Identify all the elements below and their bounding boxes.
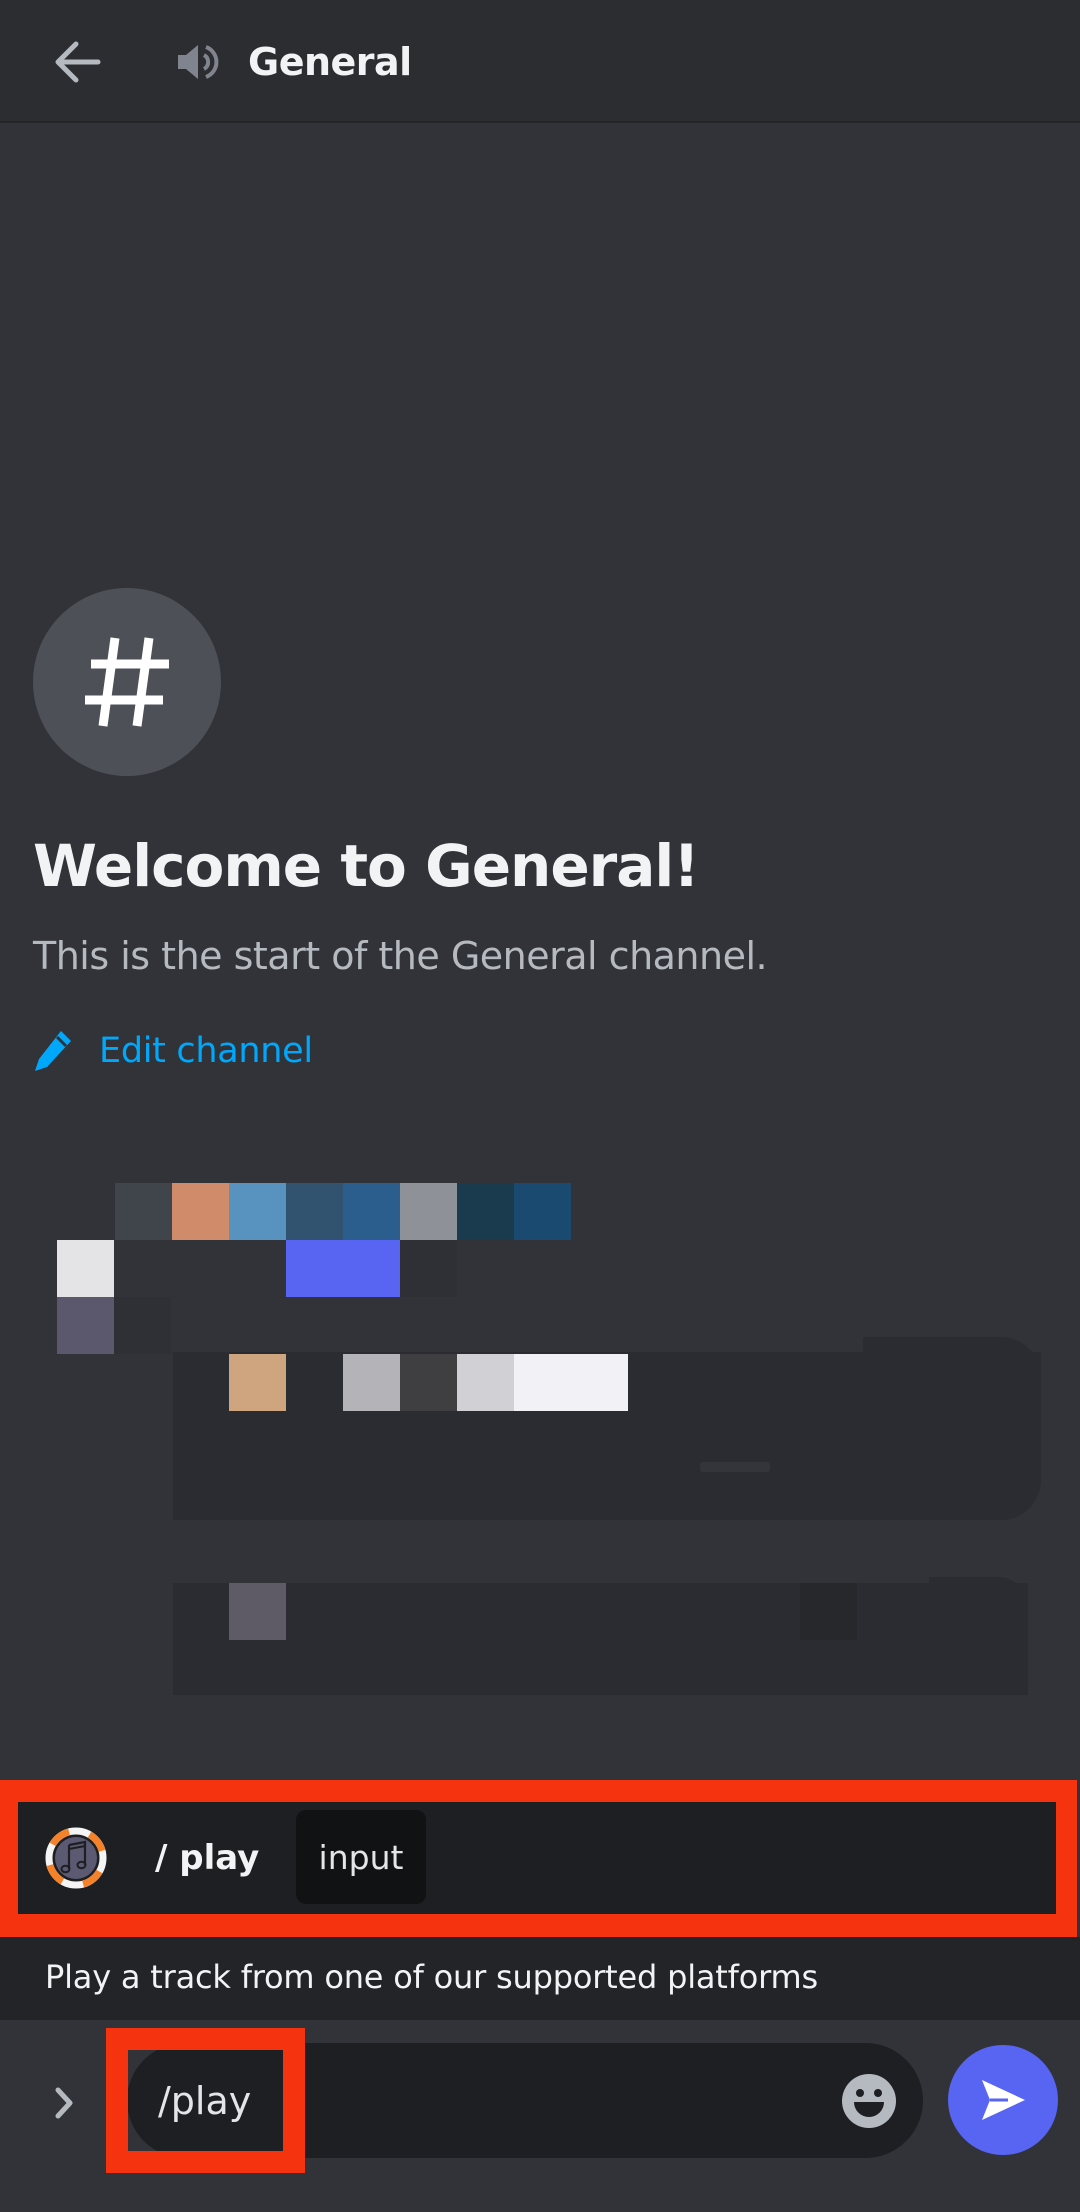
pixel-block — [514, 1183, 571, 1240]
pixel-block — [57, 1297, 114, 1354]
annotation-highlight-box — [106, 2028, 305, 2173]
message-card-bump — [863, 1337, 1041, 1377]
pencil-icon — [35, 1031, 71, 1071]
pixel-block — [343, 1354, 400, 1411]
channel-header — [0, 0, 1080, 123]
edit-channel-link[interactable]: Edit channel — [33, 1024, 313, 1078]
pixel-block — [800, 1583, 857, 1640]
channel-icon-circle — [33, 588, 221, 776]
faint-mark — [700, 1462, 770, 1472]
arrow-left-icon — [55, 41, 101, 83]
pixel-block — [229, 1183, 286, 1240]
welcome-title: Welcome to General! — [33, 832, 700, 900]
pixel-block — [286, 1240, 400, 1297]
pixel-block — [114, 1297, 171, 1354]
edit-channel-label: Edit channel — [99, 1031, 313, 1071]
send-icon — [982, 2080, 1025, 2120]
emoji-button[interactable] — [841, 2073, 897, 2129]
command-name: / play — [155, 1838, 260, 1878]
pixel-block — [400, 1183, 457, 1240]
message-card-bump — [929, 1577, 1028, 1607]
message-card — [173, 1583, 1028, 1695]
pixel-block — [229, 1583, 286, 1640]
pixel-block — [115, 1183, 172, 1240]
chevron-right-icon — [55, 2087, 73, 2119]
speaker-icon — [176, 42, 222, 82]
back-button[interactable] — [40, 32, 116, 92]
pixel-block — [400, 1240, 457, 1297]
pixel-block — [57, 1240, 114, 1297]
welcome-subtitle: This is the start of the General channel… — [33, 934, 768, 978]
command-option-chip[interactable]: input — [296, 1810, 426, 1904]
pixel-block — [457, 1183, 514, 1240]
emoji-icon — [842, 2074, 896, 2128]
channel-title: General — [248, 40, 412, 84]
command-description: Play a track from one of our supported p… — [45, 1958, 818, 1996]
pixel-block — [400, 1354, 457, 1411]
music-bot-avatar-icon — [43, 1825, 109, 1891]
expand-actions-button[interactable] — [46, 2080, 82, 2126]
pixel-block — [172, 1183, 229, 1240]
send-button[interactable] — [948, 2045, 1058, 2155]
hash-icon — [85, 637, 169, 727]
pixel-block — [343, 1183, 400, 1240]
pixel-block — [514, 1354, 628, 1411]
pixel-block — [457, 1354, 514, 1411]
pixel-block — [286, 1183, 343, 1240]
pixel-block — [229, 1354, 286, 1411]
